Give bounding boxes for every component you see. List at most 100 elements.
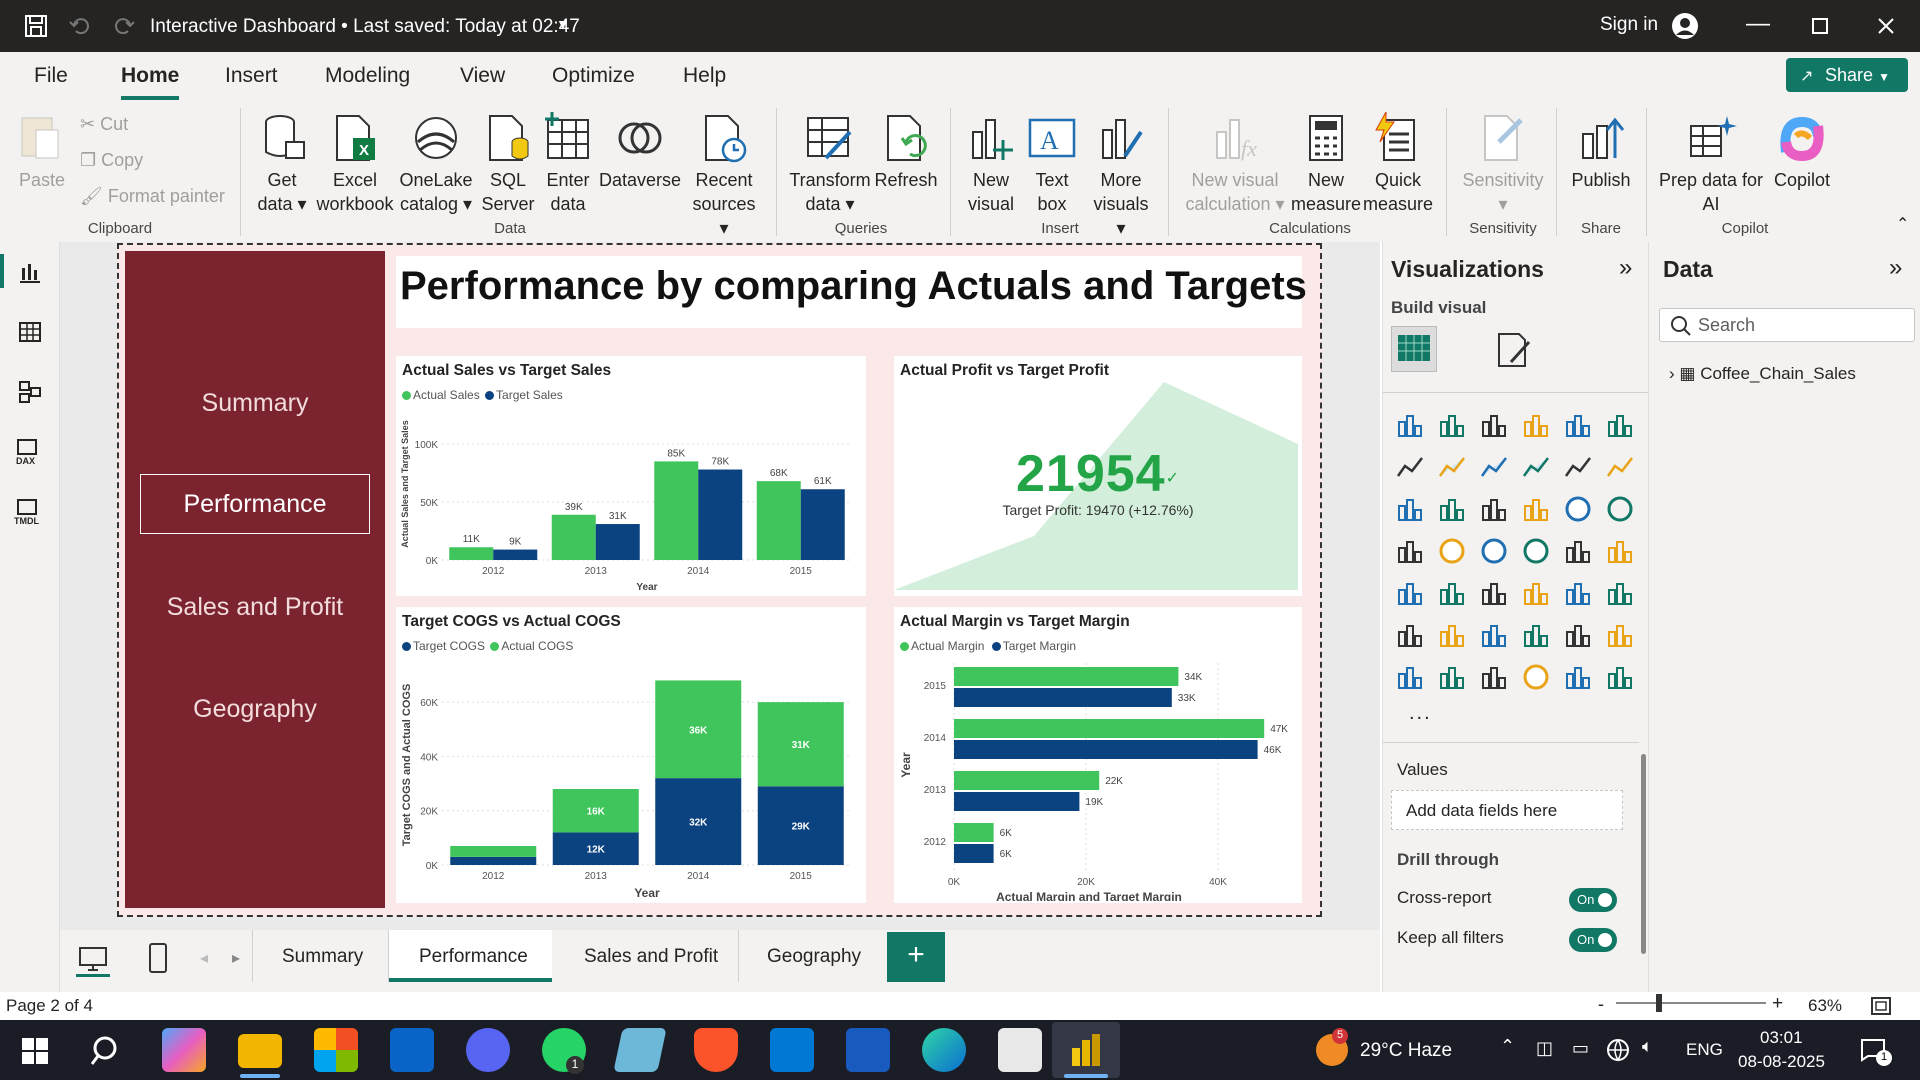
get-data-button[interactable]: Get data ▾ [252,112,312,216]
map-icon[interactable] [1437,536,1467,566]
margin-chart-card[interactable]: Actual Margin vs Target Margin Actual Ma… [894,607,1302,903]
donut-chart-icon[interactable] [1605,494,1635,524]
share-button[interactable]: ↗ Share ▼ [1786,58,1908,92]
menu-file[interactable]: File [34,64,68,88]
ribbon-chart-icon[interactable] [1395,494,1425,524]
narrative-icon[interactable] [1563,620,1593,650]
clustered-bar-icon[interactable] [1479,410,1509,440]
search-icon[interactable] [90,1034,124,1068]
100-column-icon[interactable] [1605,410,1635,440]
qa-icon[interactable] [1521,620,1551,650]
power-bi-icon[interactable] [1068,1032,1104,1068]
dataverse-button[interactable]: Dataverse [598,112,682,192]
model-view-icon[interactable] [18,380,42,404]
power-apps-diamond-icon[interactable] [1563,662,1593,692]
notes-app-icon[interactable] [613,1028,667,1072]
mobile-layout-icon[interactable] [148,942,168,974]
scatter-icon[interactable] [1521,494,1551,524]
data-table-item[interactable]: › ▦ Coffee_Chain_Sales [1669,364,1856,384]
tmdl-view-icon[interactable]: TMDL [12,498,46,526]
nav-summary[interactable]: Summary [125,389,385,418]
new-visual-calculation-button[interactable]: fx New visual calculation ▾ [1178,112,1292,216]
scroll-left-icon[interactable]: ◂ [200,948,208,968]
decomposition-tree-icon[interactable] [1479,620,1509,650]
paginated-report-icon[interactable] [1395,662,1425,692]
keep-all-filters-toggle[interactable]: On [1569,928,1617,952]
new-visual-button[interactable]: New visual [962,112,1020,216]
multi-row-card-icon[interactable] [1395,578,1425,608]
power-automate-arrow-icon[interactable] [1605,662,1635,692]
edge-icon[interactable] [922,1028,966,1072]
weather-text[interactable]: 29°C Haze [1360,1040,1452,1062]
undo-icon[interactable] [68,14,92,38]
copy-button[interactable]: ❐ Copy [80,148,143,172]
sql-server-button[interactable]: SQL Server [480,112,536,216]
goals-icon[interactable] [1605,620,1635,650]
menu-help[interactable]: Help [683,64,726,88]
close-button[interactable] [1878,18,1894,34]
sensitivity-button[interactable]: Sensitivity ▾ [1458,112,1548,216]
new-measure-button[interactable]: New measure [1290,112,1362,216]
text-box-button[interactable]: A Text box [1024,112,1080,216]
collapse-viz-icon[interactable]: » [1619,254,1632,282]
refresh-button[interactable]: Refresh [874,112,938,192]
fit-to-page-icon[interactable] [1870,996,1892,1016]
key-influencers-icon[interactable] [1437,620,1467,650]
account-icon[interactable] [1670,11,1700,41]
word-icon[interactable] [846,1028,890,1072]
copilot-button[interactable]: Copilot [1766,112,1838,192]
discord-icon[interactable] [466,1028,510,1072]
sign-in-link[interactable]: Sign in [1600,14,1658,36]
area-chart-icon[interactable] [1437,452,1467,482]
nav-sales-and-profit[interactable]: Sales and Profit [125,593,385,622]
zoom-in-button[interactable]: + [1772,993,1783,1015]
zoom-slider[interactable] [1616,1002,1766,1004]
publish-button[interactable]: Publish [1566,112,1636,192]
line-chart-icon[interactable] [1395,452,1425,482]
tab-geography[interactable]: Geography [767,946,861,968]
python-visual-icon[interactable] [1395,620,1425,650]
azure-map-icon[interactable] [1521,536,1551,566]
build-visual-tab[interactable] [1391,326,1437,372]
window-title[interactable]: Interactive Dashboard • Last saved: Toda… [150,16,580,38]
nav-performance[interactable]: Performance [140,474,370,534]
battery-icon[interactable]: ▭ [1572,1038,1589,1059]
power-automate-icon[interactable] [1479,662,1509,692]
menu-insert[interactable]: Insert [225,64,278,88]
volume-icon[interactable]: 🔈︎ [1642,1036,1653,1057]
cut-button[interactable]: ✂ Cut [80,112,128,136]
copilot-app-icon[interactable] [162,1028,206,1072]
treemap-icon[interactable] [1395,536,1425,566]
minimize-button[interactable]: — [1746,10,1770,38]
format-painter-button[interactable]: 🖌 Format painter [80,184,225,208]
language-indicator[interactable]: ENG [1686,1040,1723,1060]
menu-optimize[interactable]: Optimize [552,64,635,88]
tab-performance[interactable]: Performance [419,946,528,968]
network-icon[interactable] [1606,1038,1630,1062]
add-page-button[interactable]: + [887,932,945,982]
filled-map-icon[interactable] [1479,536,1509,566]
brave-browser-icon[interactable] [694,1028,738,1072]
matrix-icon[interactable] [1563,578,1593,608]
paste-button[interactable]: Paste [14,112,70,192]
waterfall-icon[interactable] [1437,494,1467,524]
collapse-ribbon-icon[interactable]: ⌃ [1896,214,1909,234]
stacked-bar-icon[interactable] [1395,410,1425,440]
collapse-data-icon[interactable]: » [1889,254,1902,282]
cogs-chart-card[interactable]: Target COGS vs Actual COGS Target COGS A… [396,607,866,903]
power-apps-icon[interactable] [1437,662,1467,692]
viz-pane-scrollbar[interactable] [1641,754,1646,954]
menu-modeling[interactable]: Modeling [325,64,410,88]
kpi-icon[interactable] [1437,578,1467,608]
zoom-slider-thumb[interactable] [1656,994,1662,1012]
clock-date[interactable]: 08-08-2025 [1738,1052,1825,1072]
excel-workbook-button[interactable]: X Excel workbook [314,112,396,216]
report-view-icon[interactable] [18,260,42,284]
dax-query-view-icon[interactable]: DAX [14,438,44,466]
gauge-icon[interactable] [1563,536,1593,566]
100-bar-icon[interactable] [1563,410,1593,440]
tab-summary[interactable]: Summary [282,946,363,968]
windows-start-icon[interactable] [22,1038,48,1064]
azure-maps-icon[interactable] [1521,662,1551,692]
outlook-icon[interactable] [390,1028,434,1072]
